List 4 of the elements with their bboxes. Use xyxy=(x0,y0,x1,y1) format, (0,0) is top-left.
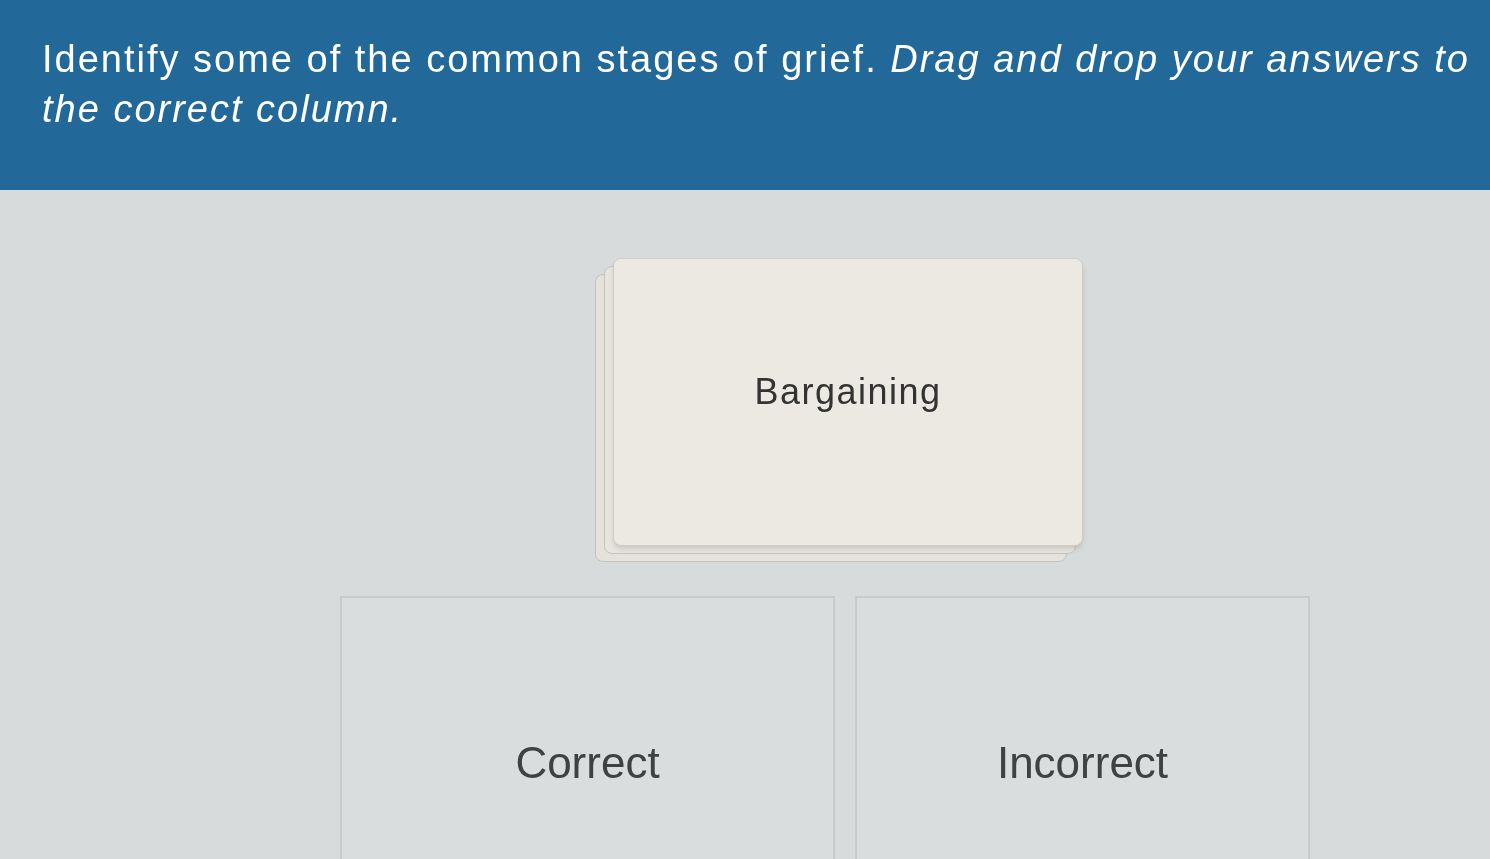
instruction-text: Identify some of the common stages of grief. Drag and drop your answers to the correct column. xyxy=(42,37,1471,132)
answer-card[interactable]: Bargaining xyxy=(613,258,1083,546)
drop-zone[interactable]: Incorrect xyxy=(855,596,1310,859)
drop-zone[interactable]: Correct xyxy=(340,596,835,859)
